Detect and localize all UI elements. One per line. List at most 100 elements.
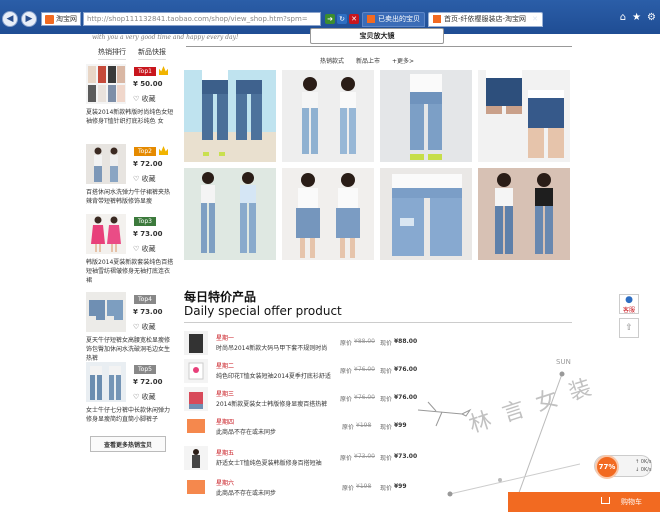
offer-row[interactable]: 星期一 时尚吊2014新款大码马甲下套不规则时尚 原价 ¥88.00 现价 ¥8…: [184, 331, 444, 355]
go-icon[interactable]: ➜: [325, 14, 335, 24]
rank-badge: Top5: [134, 365, 156, 374]
cart-bar[interactable]: 购物车: [508, 492, 660, 512]
network-speed-widget[interactable]: 77% ↑ 0K/s ↓ 0K/s: [594, 455, 652, 479]
orig-price: ¥198: [356, 483, 372, 490]
product-photo[interactable]: [184, 168, 276, 260]
offer-thumbnail[interactable]: [184, 359, 208, 383]
address-bar[interactable]: http://shop111132841.taobao.com/shop/vie…: [83, 12, 321, 26]
offer-desc[interactable]: 2014新款夏装女士韩版修身显瘦百搭热裤: [216, 399, 327, 408]
product-photo[interactable]: [184, 70, 276, 162]
browser-right-icons: ⌂ ★ ⚙: [620, 12, 656, 23]
product-thumbnail[interactable]: [86, 64, 126, 104]
favorite-taobao[interactable]: 淘宝网: [41, 12, 81, 26]
offer-thumbnail[interactable]: [184, 331, 208, 355]
orig-price: ¥198: [356, 422, 372, 429]
product-title[interactable]: 夏装2014新款韩版时尚纯色女短袖修身T恤针织打底衫纯色 女: [86, 108, 174, 126]
offer-day[interactable]: 星期五: [216, 448, 234, 457]
address-icons: ➜ ↻ ✕: [323, 14, 359, 24]
rank-badge: Top4: [134, 295, 156, 304]
offer-thumbnail[interactable]: [184, 415, 208, 439]
now-price-label: 现价: [380, 424, 393, 431]
forward-icon[interactable]: ▶: [21, 11, 37, 27]
offer-thumbnail[interactable]: [184, 446, 208, 470]
tab-new-products[interactable]: 新品上市: [356, 56, 380, 65]
now-price-label: 现价: [380, 368, 393, 375]
product-thumbnail[interactable]: [86, 362, 126, 402]
favorite-link[interactable]: ♡ 收藏: [133, 392, 156, 402]
tab-sold-items[interactable]: 已卖出的宝贝: [362, 11, 425, 27]
offer-day[interactable]: 星期一: [216, 333, 234, 342]
offer-day[interactable]: 星期二: [216, 361, 234, 370]
offer-day[interactable]: 星期三: [216, 389, 234, 398]
product-price: ¥ 72.00: [133, 378, 163, 386]
product-title[interactable]: 百搭休闲水洗弹力牛仔裙裤夹热辣背带短裤韩版修饰显瘦: [86, 188, 174, 206]
tab-shop-home[interactable]: 首页-纤依樱服装店-淘宝网 ✕: [428, 11, 543, 27]
product-thumbnail[interactable]: [86, 144, 126, 184]
offer-desc[interactable]: 纯色印花T恤女装短袖2014夏季打底衫舒适: [216, 371, 331, 380]
sun-label: SUN: [556, 358, 571, 366]
cart-label: 购物车: [621, 498, 642, 506]
now-price-label: 现价: [380, 396, 393, 403]
orig-price: ¥76.00: [354, 394, 375, 401]
offer-day[interactable]: 星期四: [216, 417, 234, 426]
product-price: ¥ 73.00: [133, 230, 163, 238]
offer-day[interactable]: 星期六: [216, 478, 234, 487]
product-photo[interactable]: [282, 168, 374, 260]
offer-desc[interactable]: 此商品不存在或未同步: [216, 427, 276, 436]
daily-offer-title: 每日特价产品: [184, 290, 257, 304]
tab-hot-ranking[interactable]: 热销排行: [98, 47, 126, 60]
product-title[interactable]: 韩版2014夏装新款套装纯色百搭短袖雪纺褶皱修身无袖打底连衣裙: [86, 258, 174, 285]
favorite-link[interactable]: ♡ 收藏: [133, 322, 156, 332]
back-icon[interactable]: ◀: [2, 11, 18, 27]
product-photo[interactable]: [478, 168, 570, 260]
heart-icon: ♡: [133, 323, 142, 331]
favorite-label: 收藏: [141, 323, 156, 331]
favorite-link[interactable]: ♡ 收藏: [133, 174, 156, 184]
heart-icon: ♡: [133, 95, 142, 103]
sidebar-tabs: 热销排行 新品快报: [98, 47, 166, 60]
product-photo[interactable]: [478, 70, 570, 162]
offer-thumbnail[interactable]: [184, 387, 208, 411]
tab-favicon-icon: [433, 15, 441, 23]
product-price: ¥ 73.00: [133, 308, 163, 316]
favorite-link[interactable]: ♡ 收藏: [133, 94, 156, 104]
tab-new-arrivals[interactable]: 新品快报: [138, 47, 166, 60]
favorite-link[interactable]: ♡ 收藏: [133, 244, 156, 254]
rank-badge: Top1: [134, 67, 156, 76]
star-icon[interactable]: ★: [632, 12, 641, 23]
product-photo[interactable]: [380, 70, 472, 162]
customer-service-button[interactable]: ● 客服: [619, 294, 639, 314]
tab-close-icon[interactable]: ✕: [532, 15, 538, 23]
offer-desc[interactable]: 此商品不存在或未同步: [216, 488, 276, 497]
product-title[interactable]: 女士牛仔七分裤中长款休闲弹力修身显瘦简约直筒小脚裤子: [86, 406, 174, 424]
product-title[interactable]: 夏天牛仔短裤女高腰宽松显瘦修饰包臀加休闲水洗破洞毛边女生热裤: [86, 336, 174, 363]
more-link[interactable]: +更多>: [392, 56, 414, 65]
stop-icon[interactable]: ✕: [349, 14, 359, 24]
upload-speed-value: 0K/s: [640, 459, 652, 465]
offer-desc[interactable]: 舒适女士T恤纯色夏装韩版修身百搭短袖: [216, 458, 322, 467]
product-thumbnail[interactable]: [86, 214, 126, 254]
now-price-label: 现价: [380, 455, 393, 462]
orig-price: ¥88.00: [354, 338, 375, 345]
orig-price-label: 原价: [340, 455, 353, 462]
back-to-top-button[interactable]: ⇧: [619, 318, 639, 338]
url-host: http://shop111132841.taobao.com: [87, 15, 209, 23]
gear-icon[interactable]: ⚙: [647, 12, 656, 23]
home-icon[interactable]: ⌂: [620, 12, 626, 23]
refresh-icon[interactable]: ↻: [337, 14, 347, 24]
service-label: 客服: [622, 306, 635, 314]
offer-desc[interactable]: 时尚吊2014新款大码马甲下套不规则时尚: [216, 343, 327, 352]
orig-price: ¥73.00: [354, 453, 375, 460]
product-photo[interactable]: [380, 168, 472, 260]
now-price-label: 现价: [380, 485, 393, 492]
tab-hot-styles[interactable]: 热销款式: [320, 56, 344, 65]
rank-badge: Top3: [134, 217, 156, 226]
browser-nav-bar: ◀ ▶ 淘宝网 http://shop111132841.taobao.com /…: [0, 9, 660, 29]
product-thumbnail[interactable]: [86, 292, 126, 332]
offer-thumbnail[interactable]: [184, 476, 208, 500]
rank-badge: Top2: [134, 147, 156, 156]
view-more-hot-button[interactable]: 查看更多热销宝贝: [90, 436, 166, 452]
now-price: ¥88.00: [394, 338, 418, 345]
product-photo[interactable]: [282, 70, 374, 162]
favorite-label: 收藏: [141, 245, 156, 253]
